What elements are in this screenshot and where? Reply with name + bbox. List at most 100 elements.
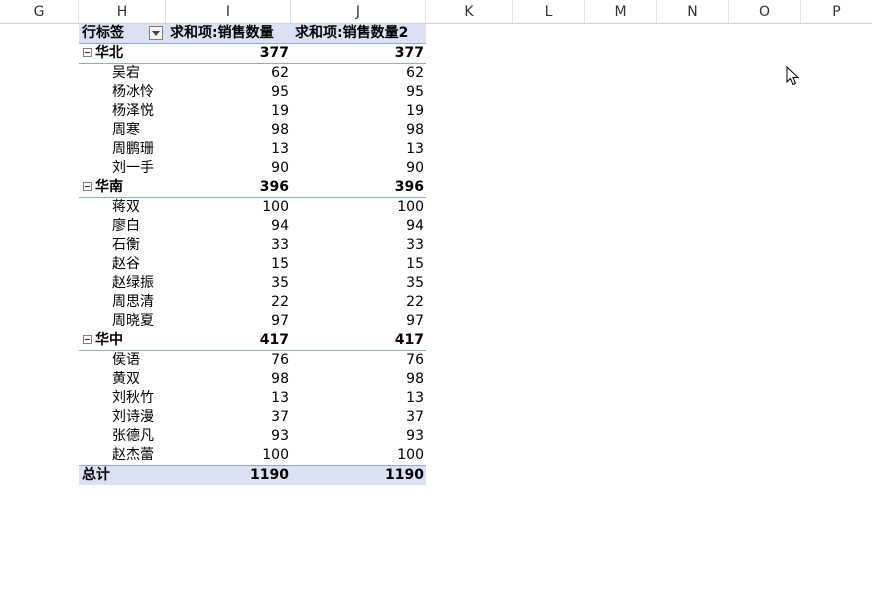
- group-value-1[interactable]: 377: [166, 44, 291, 63]
- item-value-2[interactable]: 98: [291, 370, 426, 389]
- group-value-2[interactable]: 417: [291, 331, 426, 350]
- item-value-1[interactable]: 33: [166, 236, 291, 255]
- item-value-2[interactable]: 100: [291, 446, 426, 465]
- item-value-2[interactable]: 100: [291, 198, 426, 217]
- item-value-1[interactable]: 15: [166, 255, 291, 274]
- item-value-2[interactable]: 98: [291, 121, 426, 140]
- pivot-item-row[interactable]: 刘诗漫 37 37: [79, 408, 426, 427]
- total-value-1[interactable]: 1190: [166, 466, 291, 485]
- item-value-1[interactable]: 19: [166, 102, 291, 121]
- item-value-1[interactable]: 95: [166, 83, 291, 102]
- item-value-2[interactable]: 94: [291, 217, 426, 236]
- pivot-group-row[interactable]: 华北 377 377: [79, 44, 426, 64]
- item-label[interactable]: 赵谷: [79, 255, 166, 274]
- column-header-n[interactable]: N: [657, 0, 729, 23]
- item-label[interactable]: 周思清: [79, 293, 166, 312]
- pivot-item-row[interactable]: 蒋双 100 100: [79, 198, 426, 217]
- item-label[interactable]: 廖白: [79, 217, 166, 236]
- sum-sales-header[interactable]: 求和项:销售数量: [166, 24, 291, 43]
- pivot-item-row[interactable]: 张德凡 93 93: [79, 427, 426, 446]
- column-header-m[interactable]: M: [585, 0, 657, 23]
- pivot-item-row[interactable]: 吴宕 62 62: [79, 64, 426, 83]
- pivot-total-row[interactable]: 总计 1190 1190: [79, 465, 426, 485]
- collapse-minus-icon[interactable]: [83, 47, 92, 57]
- item-label[interactable]: 赵杰蕾: [79, 446, 166, 465]
- pivot-item-row[interactable]: 侯语 76 76: [79, 351, 426, 370]
- item-label[interactable]: 刘一手: [79, 159, 166, 178]
- item-label[interactable]: 周鹏珊: [79, 140, 166, 159]
- pivot-item-row[interactable]: 赵谷 15 15: [79, 255, 426, 274]
- column-header-h[interactable]: H: [79, 0, 166, 23]
- dropdown-filter-icon[interactable]: [149, 26, 163, 40]
- group-value-2[interactable]: 396: [291, 178, 426, 197]
- pivot-item-row[interactable]: 刘秋竹 13 13: [79, 389, 426, 408]
- item-label[interactable]: 周寒: [79, 121, 166, 140]
- item-value-1[interactable]: 35: [166, 274, 291, 293]
- group-value-1[interactable]: 417: [166, 331, 291, 350]
- pivot-item-row[interactable]: 杨冰怜 95 95: [79, 83, 426, 102]
- worksheet-grid[interactable]: 行标签 求和项:销售数量 求和项:销售数量2 华北 377 377 吴宕 62 62…: [0, 24, 872, 604]
- pivot-item-row[interactable]: 刘一手 90 90: [79, 159, 426, 178]
- item-label[interactable]: 侯语: [79, 351, 166, 370]
- pivot-item-row[interactable]: 杨泽悦 19 19: [79, 102, 426, 121]
- pivot-group-row[interactable]: 华南 396 396: [79, 178, 426, 198]
- item-value-2[interactable]: 62: [291, 64, 426, 83]
- total-label[interactable]: 总计: [79, 466, 166, 485]
- item-label[interactable]: 周晓夏: [79, 312, 166, 331]
- pivot-item-row[interactable]: 周晓夏 97 97: [79, 312, 426, 331]
- item-value-1[interactable]: 94: [166, 217, 291, 236]
- item-label[interactable]: 蒋双: [79, 198, 166, 217]
- item-value-2[interactable]: 95: [291, 83, 426, 102]
- item-value-2[interactable]: 13: [291, 389, 426, 408]
- pivot-group-row[interactable]: 华中 417 417: [79, 331, 426, 351]
- pivot-item-row[interactable]: 黄双 98 98: [79, 370, 426, 389]
- item-value-1[interactable]: 22: [166, 293, 291, 312]
- item-label[interactable]: 刘秋竹: [79, 389, 166, 408]
- item-value-1[interactable]: 100: [166, 446, 291, 465]
- item-value-2[interactable]: 15: [291, 255, 426, 274]
- item-value-2[interactable]: 35: [291, 274, 426, 293]
- pivot-item-row[interactable]: 廖白 94 94: [79, 217, 426, 236]
- item-label[interactable]: 刘诗漫: [79, 408, 166, 427]
- item-value-2[interactable]: 97: [291, 312, 426, 331]
- column-header-j[interactable]: J: [291, 0, 426, 23]
- group-value-2[interactable]: 377: [291, 44, 426, 63]
- total-value-2[interactable]: 1190: [291, 466, 426, 485]
- item-label[interactable]: 吴宕: [79, 64, 166, 83]
- column-header-l[interactable]: L: [513, 0, 585, 23]
- item-value-2[interactable]: 33: [291, 236, 426, 255]
- item-label[interactable]: 杨泽悦: [79, 102, 166, 121]
- collapse-minus-icon[interactable]: [83, 334, 92, 344]
- item-value-1[interactable]: 37: [166, 408, 291, 427]
- pivot-item-row[interactable]: 赵绿振 35 35: [79, 274, 426, 293]
- item-value-1[interactable]: 100: [166, 198, 291, 217]
- item-value-1[interactable]: 13: [166, 140, 291, 159]
- item-label[interactable]: 张德凡: [79, 427, 166, 446]
- sum-sales2-header[interactable]: 求和项:销售数量2: [291, 24, 426, 43]
- column-header-i[interactable]: I: [166, 0, 291, 23]
- item-value-1[interactable]: 93: [166, 427, 291, 446]
- pivot-item-row[interactable]: 周寒 98 98: [79, 121, 426, 140]
- item-value-2[interactable]: 76: [291, 351, 426, 370]
- item-value-1[interactable]: 98: [166, 370, 291, 389]
- collapse-minus-icon[interactable]: [83, 181, 92, 191]
- item-value-2[interactable]: 13: [291, 140, 426, 159]
- pivot-item-row[interactable]: 周思清 22 22: [79, 293, 426, 312]
- row-label-header[interactable]: 行标签: [79, 24, 166, 43]
- item-value-1[interactable]: 98: [166, 121, 291, 140]
- pivot-item-row[interactable]: 周鹏珊 13 13: [79, 140, 426, 159]
- item-label[interactable]: 黄双: [79, 370, 166, 389]
- item-value-2[interactable]: 90: [291, 159, 426, 178]
- item-value-1[interactable]: 62: [166, 64, 291, 83]
- pivot-item-row[interactable]: 赵杰蕾 100 100: [79, 446, 426, 465]
- item-value-1[interactable]: 13: [166, 389, 291, 408]
- item-value-2[interactable]: 19: [291, 102, 426, 121]
- column-header-p[interactable]: P: [801, 0, 872, 23]
- item-value-2[interactable]: 93: [291, 427, 426, 446]
- item-label[interactable]: 赵绿振: [79, 274, 166, 293]
- pivot-item-row[interactable]: 石衡 33 33: [79, 236, 426, 255]
- group-value-1[interactable]: 396: [166, 178, 291, 197]
- column-header-k[interactable]: K: [426, 0, 513, 23]
- item-label[interactable]: 杨冰怜: [79, 83, 166, 102]
- item-value-1[interactable]: 90: [166, 159, 291, 178]
